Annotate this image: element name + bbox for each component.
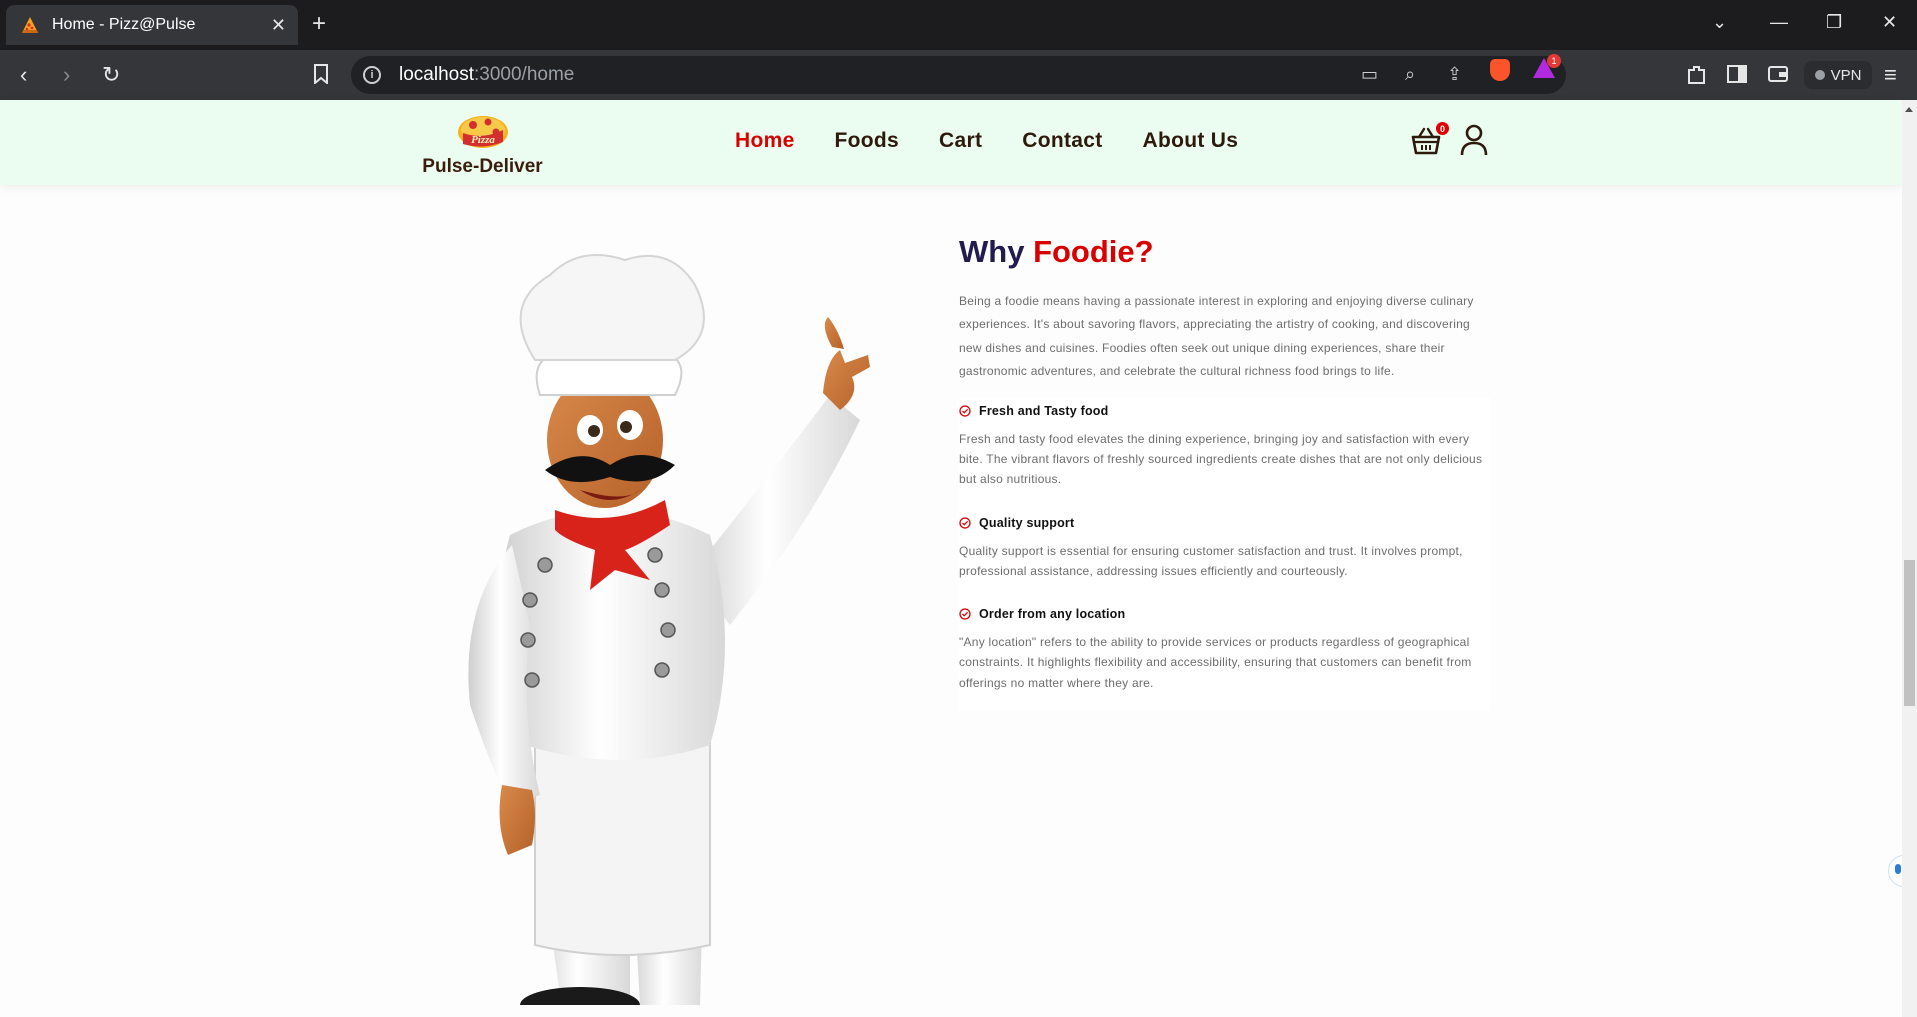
share-icon[interactable]: ⇪ bbox=[1447, 64, 1462, 85]
check-circle-icon bbox=[959, 608, 971, 620]
pizza-favicon-icon bbox=[22, 17, 38, 33]
brave-shields-icon[interactable] bbox=[1490, 59, 1510, 81]
list-item: Fresh and Tasty food Fresh and tasty foo… bbox=[959, 404, 1491, 490]
scroll-up-arrow-icon[interactable] bbox=[1905, 107, 1913, 112]
back-icon[interactable]: ‹ bbox=[20, 63, 27, 87]
sidebar-icon[interactable] bbox=[1727, 65, 1747, 83]
vpn-button[interactable]: VPN bbox=[1804, 61, 1872, 89]
rewards-badge: 1 bbox=[1547, 54, 1561, 68]
browser-toolbar: ‹ › ↻ i localhost:3000/home ▭ ⌕ ⇪ 1 VPN … bbox=[0, 50, 1917, 100]
nav-link-foods[interactable]: Foods bbox=[835, 129, 900, 153]
page-viewport: Pizza Pulse-Deliver Home Foods Cart Cont… bbox=[0, 100, 1917, 1017]
nav-link-contact[interactable]: Contact bbox=[1022, 129, 1102, 153]
pizza-logo-icon: Pizza bbox=[457, 116, 508, 148]
list-item: Quality support Quality support is essen… bbox=[959, 516, 1491, 582]
feature-description: Fresh and tasty food elevates the dining… bbox=[959, 431, 1483, 487]
why-foodie-section: Why Foodie? Being a foodie means having … bbox=[959, 234, 1491, 711]
nav-link-about-us[interactable]: About Us bbox=[1143, 129, 1239, 153]
forward-icon[interactable]: › bbox=[63, 63, 70, 87]
menu-icon[interactable]: ≡ bbox=[1884, 63, 1897, 87]
page-scrollbar[interactable] bbox=[1902, 100, 1917, 1017]
url-text: localhost:3000/home bbox=[399, 64, 575, 85]
list-item: Order from any location "Any location" r… bbox=[959, 607, 1491, 693]
wallet-icon[interactable] bbox=[1768, 65, 1788, 83]
nav-link-cart[interactable]: Cart bbox=[939, 129, 982, 153]
cart-count-badge: 0 bbox=[1436, 122, 1449, 135]
check-circle-icon bbox=[959, 404, 971, 417]
extensions-icon[interactable] bbox=[1686, 64, 1708, 86]
cast-icon[interactable]: ▭ bbox=[1361, 64, 1378, 85]
restore-icon[interactable]: ❐ bbox=[1826, 12, 1842, 33]
feature-title: Order from any location bbox=[959, 607, 1491, 621]
feature-description: Quality support is essential for ensurin… bbox=[959, 543, 1463, 578]
nav-links: Home Foods Cart Contact About Us bbox=[735, 129, 1238, 153]
close-window-icon[interactable]: ✕ bbox=[1882, 12, 1897, 33]
minimize-icon[interactable]: — bbox=[1770, 12, 1788, 33]
bookmark-icon[interactable] bbox=[313, 64, 329, 84]
nav-link-home[interactable]: Home bbox=[735, 129, 795, 153]
browser-tab[interactable]: Home - Pizz@Pulse ✕ bbox=[6, 5, 298, 45]
close-tab-icon[interactable]: ✕ bbox=[271, 15, 286, 36]
reload-icon[interactable]: ↻ bbox=[102, 63, 120, 87]
section-heading: Why Foodie? bbox=[959, 234, 1154, 269]
address-bar[interactable]: i localhost:3000/home ▭ ⌕ ⇪ bbox=[351, 56, 1566, 94]
tab-search-icon[interactable]: ⌄ bbox=[1712, 12, 1727, 33]
info-icon[interactable]: i bbox=[363, 66, 381, 84]
zoom-icon[interactable]: ⌕ bbox=[1405, 64, 1415, 85]
feature-title: Fresh and Tasty food bbox=[959, 404, 1491, 418]
features-list: Fresh and Tasty food Fresh and tasty foo… bbox=[959, 397, 1491, 711]
svg-text:Pizza: Pizza bbox=[471, 134, 495, 146]
feature-description: "Any location" refers to the ability to … bbox=[959, 635, 1472, 690]
check-circle-icon bbox=[959, 516, 971, 529]
logo-text: Pulse-Deliver bbox=[422, 156, 543, 177]
vpn-status-icon bbox=[1814, 70, 1825, 80]
site-logo[interactable]: Pizza Pulse-Deliver bbox=[420, 110, 545, 178]
tab-title: Home - Pizz@Pulse bbox=[52, 16, 196, 33]
user-icon[interactable] bbox=[1460, 124, 1488, 156]
section-intro: Being a foodie means having a passionate… bbox=[959, 294, 1474, 379]
browser-tab-strip: Home - Pizz@Pulse ✕ + ⌄ — ❐ ✕ bbox=[0, 0, 1917, 50]
new-tab-icon[interactable]: + bbox=[312, 12, 326, 36]
scrollbar-thumb[interactable] bbox=[1904, 560, 1915, 706]
chef-illustration bbox=[468, 254, 870, 1005]
feature-title: Quality support bbox=[959, 516, 1491, 530]
helper-icon bbox=[1895, 864, 1901, 874]
site-navbar: Pizza Pulse-Deliver Home Foods Cart Cont… bbox=[0, 100, 1902, 185]
